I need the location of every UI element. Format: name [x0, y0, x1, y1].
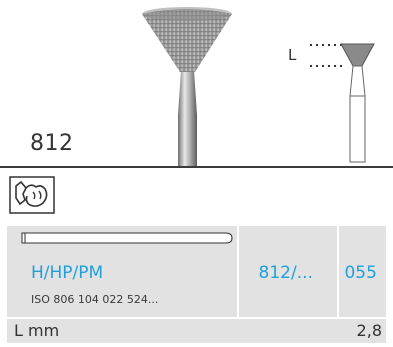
model-number: 812 [30, 131, 74, 156]
size-value: 055 [344, 263, 377, 283]
divider [0, 166, 393, 168]
table-row: H/HP/PM ISO 806 104 022 524... 812/... 0… [7, 226, 386, 317]
length-value: 2,8 [356, 321, 382, 340]
table-row: L mm 2,8 [7, 319, 386, 343]
iso-code: ISO 806 104 022 524... [31, 293, 159, 306]
size-cell: 055 [337, 226, 386, 317]
length-label: L mm [14, 321, 60, 340]
handpiece-icon [9, 176, 55, 214]
product-hero: L 812 [0, 0, 393, 168]
ref-cell: 812/... [236, 226, 338, 317]
shank-cell: H/HP/PM ISO 806 104 022 524... [7, 226, 237, 317]
length-marker: L [288, 46, 297, 64]
specification-table: H/HP/PM ISO 806 104 022 524... 812/... 0… [7, 226, 386, 343]
shank-icon [21, 232, 233, 244]
shank-type: H/HP/PM [31, 263, 104, 283]
ref-number: 812/... [258, 263, 313, 283]
